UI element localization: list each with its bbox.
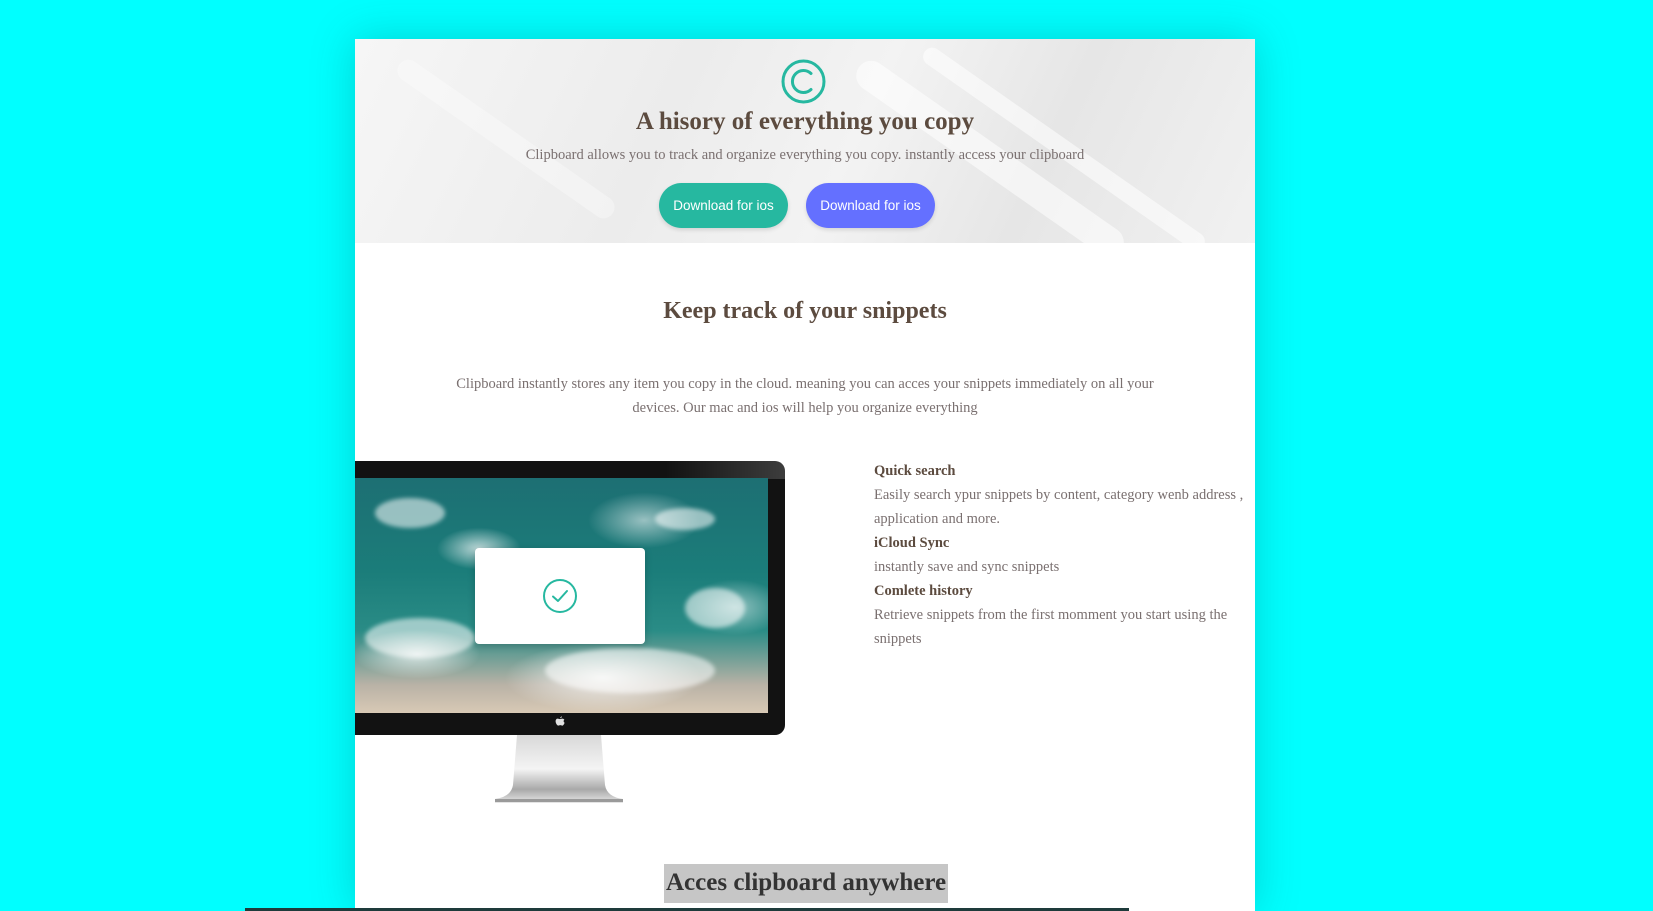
hero-section: A hisory of everything you copy Clipboar…: [355, 39, 1255, 243]
monitor-stand: [495, 735, 623, 803]
monitor-illustration: [355, 461, 785, 806]
snippets-section-description: Clipboard instantly stores any item you …: [456, 376, 1154, 416]
hero-subtitle: Clipboard allows you to track and organi…: [525, 147, 1085, 163]
feature-text-complete-history: Retrieve snippets from the first momment…: [874, 607, 1228, 647]
feature-text-quick-search: Easily search ypur snippets by content, …: [874, 487, 1244, 527]
feature-list: Quick search Easily search ypur snippets…: [874, 459, 1254, 651]
snippets-section-title: Keep track of your snippets: [663, 298, 947, 324]
monitor-screen: [355, 478, 768, 713]
wave-foam: [655, 508, 715, 530]
download-ios-button-secondary[interactable]: Download for ios: [806, 183, 935, 228]
feature-title-quick-search: Quick search: [874, 463, 956, 479]
feature-text-icloud-sync: instantly save and sync snippets: [874, 559, 1060, 575]
apple-icon: [555, 716, 565, 726]
hero-title: A hisory of everything you copy: [635, 108, 975, 135]
check-circle-icon: [543, 579, 577, 613]
wave-foam: [685, 588, 745, 628]
access-section-title: Acces clipboard anywhere: [664, 864, 949, 903]
feature-title-icloud-sync: iCloud Sync: [874, 535, 950, 551]
monitor-glare: [665, 461, 785, 479]
hero-background-streak: [393, 55, 619, 223]
download-ios-button[interactable]: Download for ios: [659, 183, 788, 228]
feature-title-complete-history: Comlete history: [874, 583, 973, 599]
confirmation-dialog: [475, 548, 645, 644]
copyright-icon: [781, 59, 826, 104]
wave-foam: [375, 498, 445, 528]
wave-foam: [545, 648, 715, 693]
landing-page: A hisory of everything you copy Clipboar…: [355, 39, 1255, 911]
wave-foam: [365, 618, 475, 658]
